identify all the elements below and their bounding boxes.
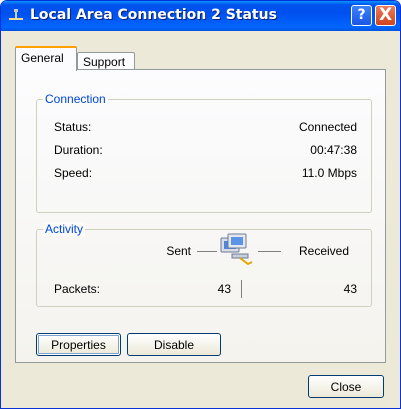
connection-group-label: Connection	[43, 92, 108, 106]
packets-sent-value: 43	[217, 282, 231, 296]
close-icon: X	[378, 5, 393, 25]
sent-line	[197, 251, 217, 252]
duration-value: 00:47:38	[310, 143, 357, 157]
status-label: Status:	[54, 120, 92, 134]
tab-general[interactable]: General	[15, 46, 77, 71]
received-label: Received	[299, 244, 350, 258]
title-bar[interactable]: Local Area Connection 2 Status ? X	[1, 1, 400, 31]
disable-button[interactable]: Disable	[127, 333, 221, 356]
status-dialog: Local Area Connection 2 Status ? X Gener…	[0, 0, 401, 409]
tab-panel-general: Connection Status: Connected Duration: 0…	[15, 69, 386, 363]
status-value: Connected	[298, 120, 357, 134]
network-computers-icon	[220, 233, 253, 266]
network-connection-icon	[9, 9, 23, 20]
received-line	[258, 251, 281, 252]
sent-label: Sent	[166, 244, 191, 258]
duration-label: Duration:	[54, 143, 103, 157]
properties-button[interactable]: Properties	[36, 333, 121, 356]
speed-label: Speed:	[54, 166, 93, 180]
packets-received-value: 43	[343, 282, 357, 296]
activity-group: Activity Sent Received Packets: 43 43	[36, 222, 372, 307]
activity-divider	[241, 280, 242, 298]
connection-group: Connection Status: Connected Duration: 0…	[36, 92, 372, 213]
close-window-button[interactable]: X	[375, 5, 396, 26]
packets-label: Packets:	[54, 282, 101, 296]
help-button[interactable]: ?	[351, 5, 372, 26]
window-title: Local Area Connection 2 Status	[30, 7, 277, 23]
speed-value: 11.0 Mbps	[301, 166, 357, 180]
activity-group-label: Activity	[43, 222, 86, 236]
help-icon: ?	[357, 7, 366, 23]
close-button[interactable]: Close	[308, 375, 384, 398]
